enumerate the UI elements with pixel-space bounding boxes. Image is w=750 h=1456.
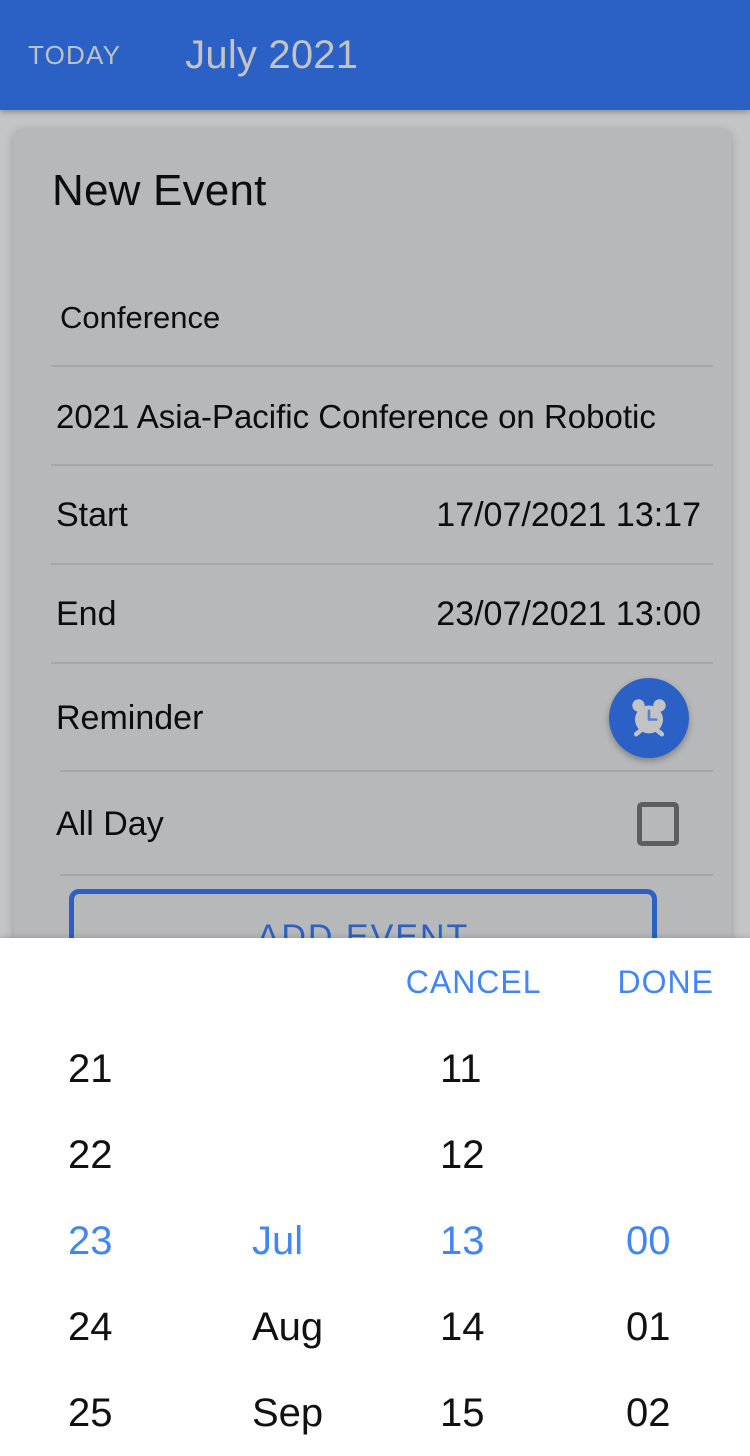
start-value[interactable]: 17/07/2021 13:17 [436, 496, 701, 535]
end-value[interactable]: 23/07/2021 13:00 [436, 595, 701, 634]
month-wheel-item-blank [188, 1112, 376, 1198]
reminder-label: Reminder [56, 698, 204, 737]
all-day-checkbox[interactable] [637, 802, 679, 846]
all-day-label: All Day [56, 804, 164, 843]
minute-wheel-item-selected[interactable]: 00 [564, 1198, 750, 1284]
end-label: End [56, 595, 117, 633]
month-wheel-item-selected[interactable]: Jul [188, 1198, 376, 1284]
start-date-field[interactable]: Start 17/07/2021 13:17 [14, 466, 731, 565]
hour-wheel-item[interactable]: 15 [376, 1370, 564, 1456]
month-wheel[interactable]: Jul Aug Sep [188, 1026, 376, 1456]
event-title-field[interactable]: Conference [14, 268, 731, 367]
field-divider [60, 874, 713, 876]
today-button[interactable]: TODAY [28, 40, 121, 71]
minute-wheel-item-blank [564, 1112, 750, 1198]
event-description-field[interactable]: 2021 Asia-Pacific Conference on Robotic [14, 367, 731, 466]
day-wheel-item[interactable]: 22 [0, 1112, 188, 1198]
picker-wheels: 21 22 23 24 25 Jul Aug Sep 11 12 13 14 1… [0, 1026, 750, 1456]
page-title: July 2021 [185, 32, 359, 77]
event-description-input[interactable]: 2021 Asia-Pacific Conference on Robotic [56, 398, 656, 436]
event-title-input[interactable]: Conference [60, 300, 220, 336]
datetime-picker-sheet: CANCEL DONE 21 22 23 24 25 Jul Aug Sep 1… [0, 938, 750, 1456]
minute-wheel-item[interactable]: 01 [564, 1284, 750, 1370]
month-wheel-item[interactable]: Sep [188, 1370, 376, 1456]
dialog-title: New Event [52, 166, 267, 215]
day-wheel[interactable]: 21 22 23 24 25 [0, 1026, 188, 1456]
cancel-button[interactable]: CANCEL [406, 964, 542, 1001]
done-button[interactable]: DONE [618, 964, 714, 1001]
hour-wheel-item[interactable]: 11 [376, 1026, 564, 1112]
all-day-field: All Day [14, 772, 731, 876]
day-wheel-item[interactable]: 21 [0, 1026, 188, 1112]
hour-wheel-item-selected[interactable]: 13 [376, 1198, 564, 1284]
month-wheel-item[interactable]: Aug [188, 1284, 376, 1370]
minute-wheel-item[interactable]: 02 [564, 1370, 750, 1456]
hour-wheel[interactable]: 11 12 13 14 15 [376, 1026, 564, 1456]
new-event-dialog: New Event Conference 2021 Asia-Pacific C… [14, 128, 731, 978]
picker-actions: CANCEL DONE [0, 938, 750, 1026]
hour-wheel-item[interactable]: 14 [376, 1284, 564, 1370]
minute-wheel-item-blank [564, 1026, 750, 1112]
alarm-clock-icon[interactable] [609, 678, 689, 758]
start-label: Start [56, 496, 128, 534]
new-event-form: Conference 2021 Asia-Pacific Conference … [14, 268, 731, 876]
end-date-field[interactable]: End 23/07/2021 13:00 [14, 565, 731, 664]
day-wheel-item-selected[interactable]: 23 [0, 1198, 188, 1284]
app-bar: TODAY July 2021 [0, 0, 750, 110]
minute-wheel[interactable]: 00 01 02 [564, 1026, 750, 1456]
day-wheel-item[interactable]: 25 [0, 1370, 188, 1456]
reminder-field: Reminder [14, 664, 731, 772]
hour-wheel-item[interactable]: 12 [376, 1112, 564, 1198]
day-wheel-item[interactable]: 24 [0, 1284, 188, 1370]
month-wheel-item-blank [188, 1026, 376, 1112]
